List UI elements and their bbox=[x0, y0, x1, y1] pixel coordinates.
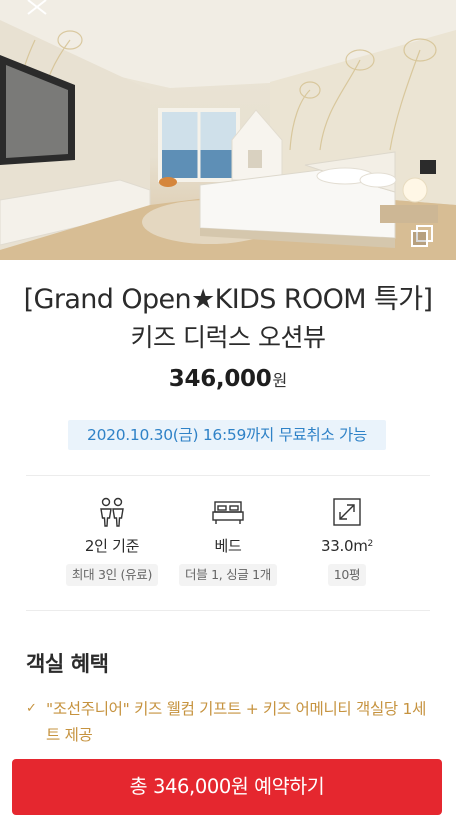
spec-guests: 2인 기준 최대 3인 (유료) bbox=[52, 496, 172, 586]
reserve-button[interactable]: 총 346,000원 예약하기 bbox=[12, 759, 442, 815]
spec-room-size: 33.0m2 10평 bbox=[287, 496, 407, 586]
benefits-title: 객실 혜택 bbox=[26, 652, 109, 676]
spec-bed-label: 베드 bbox=[214, 537, 242, 555]
divider bbox=[26, 475, 430, 476]
guests-icon bbox=[100, 497, 124, 527]
room-photo[interactable] bbox=[0, 0, 456, 260]
room-size-value: 33.0m bbox=[321, 537, 368, 555]
room-promo-title: [Grand Open★KIDS ROOM 특가] bbox=[23, 284, 433, 315]
room-name: 키즈 디럭스 오션뷰 bbox=[130, 323, 326, 352]
spec-bed-detail: 더블 1, 싱글 1개 bbox=[179, 564, 277, 586]
spec-room-size-label: 33.0m2 bbox=[287, 534, 407, 558]
room-size-unit-sup: 2 bbox=[367, 539, 374, 549]
price-unit: 원 bbox=[272, 371, 288, 390]
close-button[interactable] bbox=[20, 0, 54, 20]
divider bbox=[26, 610, 430, 611]
spec-bed: 베드 더블 1, 싱글 1개 bbox=[168, 496, 288, 586]
check-icon: ✓ bbox=[26, 701, 37, 716]
room-size-icon bbox=[333, 498, 361, 526]
room-price: 346,000원 bbox=[0, 366, 456, 392]
bed-icon bbox=[212, 501, 244, 524]
price-amount: 346,000 bbox=[168, 366, 272, 392]
gallery-button[interactable] bbox=[410, 224, 434, 248]
bottom-action-bar: 총 346,000원 예약하기 bbox=[0, 748, 456, 822]
spec-guests-detail: 최대 3인 (유료) bbox=[65, 564, 159, 586]
room-photo-illustration bbox=[0, 0, 456, 260]
spec-guests-label: 2인 기준 bbox=[84, 537, 140, 555]
benefit-item: ✓ "조선주니어" 키즈 웰컴 기프트 + 키즈 어메니티 객실당 1세트 제공 bbox=[26, 696, 436, 748]
free-cancel-notice: 2020.10.30(금) 16:59까지 무료취소 가능 bbox=[68, 420, 386, 450]
benefit-item-text: "조선주니어" 키즈 웰컴 기프트 + 키즈 어메니티 객실당 1세트 제공 bbox=[46, 700, 427, 744]
close-icon bbox=[27, 0, 47, 15]
gallery-icon bbox=[411, 225, 433, 247]
spec-room-size-detail: 10평 bbox=[327, 564, 367, 586]
